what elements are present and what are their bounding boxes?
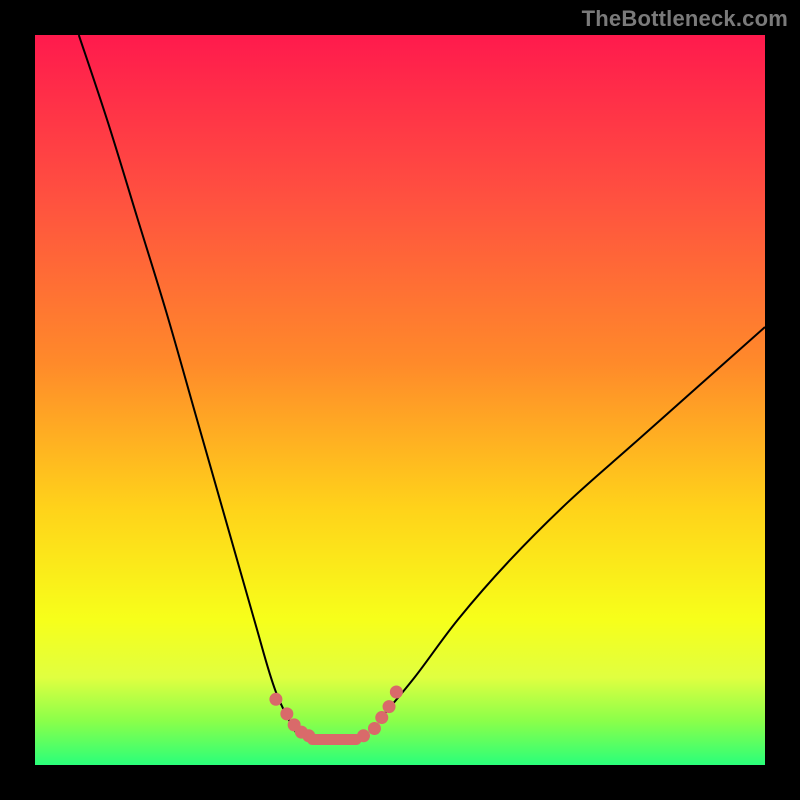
marker-dot bbox=[280, 707, 293, 720]
curve-overlay bbox=[35, 35, 765, 765]
marker-dot bbox=[295, 726, 308, 739]
marker-dot bbox=[302, 729, 315, 742]
marker-dot bbox=[368, 722, 381, 735]
marker-dot bbox=[288, 718, 301, 731]
plot-area bbox=[35, 35, 765, 765]
marker-dot bbox=[357, 729, 370, 742]
left-marker-dots bbox=[269, 693, 315, 743]
chart-frame: TheBottleneck.com bbox=[0, 0, 800, 800]
right-marker-dots bbox=[357, 686, 403, 743]
left-branch-curve bbox=[79, 35, 298, 736]
watermark-text: TheBottleneck.com bbox=[582, 6, 788, 32]
marker-dot bbox=[375, 711, 388, 724]
marker-dot bbox=[269, 693, 282, 706]
marker-dot bbox=[390, 686, 403, 699]
marker-dot bbox=[383, 700, 396, 713]
right-branch-curve bbox=[378, 327, 765, 721]
